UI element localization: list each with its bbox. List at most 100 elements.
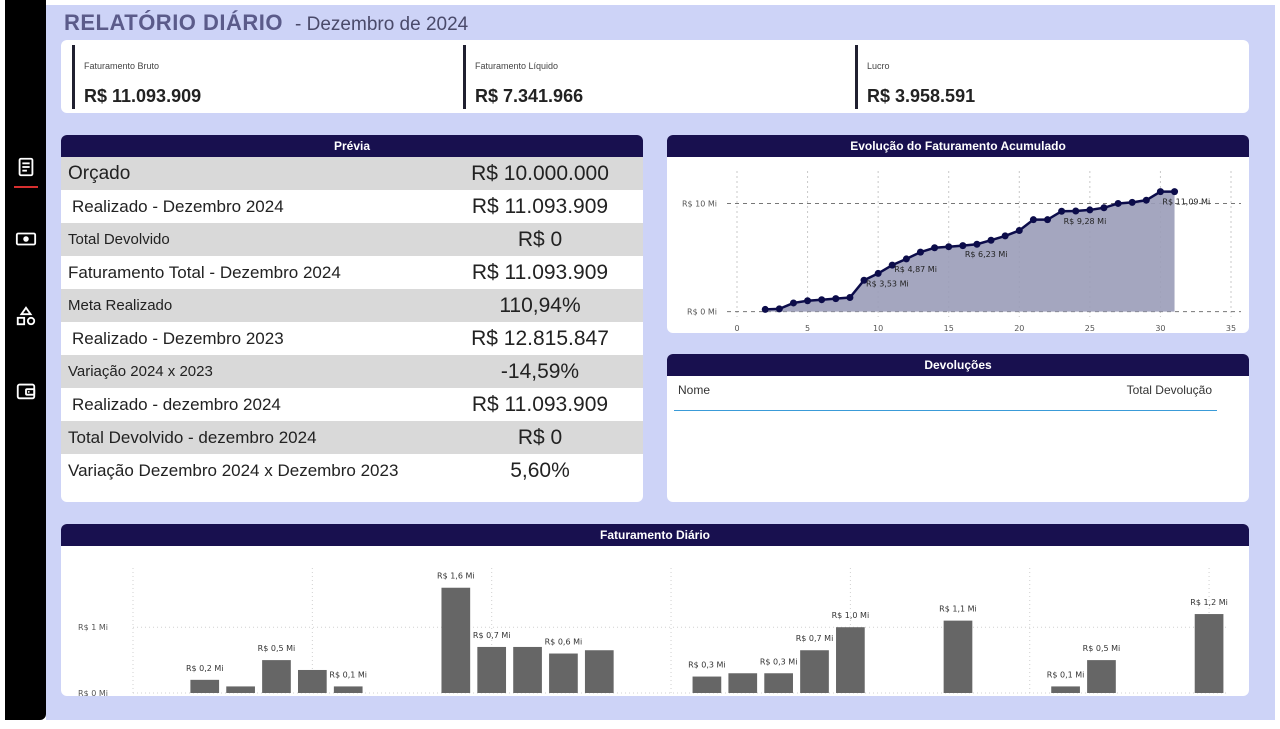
bar: [226, 686, 255, 693]
previa-row: Realizado - Dezembro 2023 R$ 12.815.847: [61, 322, 643, 355]
data-label: R$ 0,3 Mi: [760, 657, 798, 666]
bar: [943, 620, 973, 693]
kpi-value: R$ 3.958.591: [867, 86, 976, 106]
faturamento-diario-card: Faturamento Diário 051015202530R$ 0 MiR$…: [61, 524, 1249, 696]
kpi-lucro: Lucro R$ 3.958.591: [855, 45, 975, 109]
data-point: [1171, 188, 1179, 196]
bar: [1051, 686, 1080, 693]
data-label: R$ 0,7 Mi: [796, 634, 834, 643]
previa-row-value: R$ 0: [517, 426, 563, 449]
data-point: [789, 299, 797, 307]
acumulado-chart-title: Evolução do Faturamento Acumulado: [667, 135, 1249, 157]
data-label: R$ 1,6 Mi: [437, 572, 475, 581]
x-tick-label: 30: [1155, 324, 1165, 333]
x-tick-label: 25: [1085, 324, 1095, 333]
data-label: R$ 1,2 Mi: [1190, 598, 1228, 607]
kpi-faturamento-bruto: Faturamento Bruto R$ 11.093.909: [72, 45, 201, 109]
bar: [190, 679, 220, 693]
sidebar: [5, 0, 46, 720]
data-label: R$ 6,23 Mi: [965, 250, 1008, 259]
column-header-nome[interactable]: Nome: [678, 383, 710, 397]
kpi-value: R$ 7.341.966: [475, 86, 584, 106]
previa-row-label: Orçado: [68, 163, 131, 184]
acumulado-chart: 05101520253035R$ 0 MiR$ 10 MiDiaR$ 3,53 …: [682, 171, 1241, 333]
bar: [333, 686, 363, 693]
previa-row-label: Realizado - Dezembro 2023: [72, 329, 284, 348]
kpi-faturamento-liquido: Faturamento Líquido R$ 7.341.966: [463, 45, 583, 109]
data-label: R$ 4,87 Mi: [894, 265, 937, 274]
bar: [584, 650, 614, 693]
previa-row-label: Faturamento Total - Dezembro 2024: [68, 263, 341, 282]
active-nav-indicator: [14, 186, 38, 188]
previa-row-label: Meta Realizado: [68, 297, 173, 314]
previa-table: Prévia Orçado R$ 10.000.000 Realizado - De…: [61, 135, 643, 502]
data-label: R$ 0,5 Mi: [258, 644, 296, 653]
bar: [1087, 660, 1116, 693]
data-point: [1156, 188, 1164, 196]
previa-row-value: R$ 0: [517, 228, 563, 251]
bar: [1194, 614, 1224, 693]
previa-title: Prévia: [61, 135, 643, 157]
report-icon[interactable]: [13, 154, 39, 180]
data-point: [931, 244, 939, 252]
bar: [477, 646, 507, 693]
wallet-icon[interactable]: [13, 378, 39, 404]
data-point: [916, 248, 924, 256]
header-divider: [674, 410, 1217, 411]
data-label: R$ 11,09 Mi: [1162, 198, 1210, 207]
bar: [836, 627, 865, 693]
bar: [513, 646, 542, 693]
data-point: [1100, 204, 1108, 212]
devolucoes-title: Devoluções: [667, 354, 1249, 376]
column-header-total-devolucao[interactable]: Total Devolução: [1127, 383, 1212, 397]
data-point: [902, 255, 910, 263]
data-point: [846, 294, 854, 302]
previa-row-label: Total Devolvido - dezembro 2024: [68, 428, 317, 447]
data-label: R$ 0,2 Mi: [186, 664, 224, 673]
previa-row-value: 110,94%: [499, 294, 581, 317]
devolucoes-table: Devoluções Nome Total Devolução: [667, 354, 1249, 502]
data-label: R$ 0,1 Mi: [1047, 670, 1085, 679]
y-tick-label: R$ 1 Mi: [78, 623, 108, 632]
data-point: [1086, 206, 1094, 214]
money-icon[interactable]: [13, 226, 39, 252]
data-point: [1128, 198, 1136, 206]
x-tick-label: 15: [944, 324, 954, 333]
bar: [800, 650, 829, 693]
data-point: [1001, 232, 1009, 240]
x-tick-label: 5: [805, 324, 810, 333]
kpi-label: Faturamento Bruto: [84, 61, 160, 71]
previa-row-label: Variação 2024 x 2023: [68, 363, 213, 380]
data-point: [987, 236, 995, 244]
page-title: RELATÓRIO DIÁRIO: [64, 10, 284, 35]
data-point: [1029, 216, 1037, 224]
data-label: R$ 1,1 Mi: [939, 605, 977, 614]
previa-row: Total Devolvido - dezembro 2024 R$ 0: [61, 421, 643, 454]
bar: [441, 587, 471, 693]
data-point: [959, 242, 967, 250]
devolucoes-header-row: Nome Total Devolução: [667, 383, 1249, 411]
data-label: R$ 0,3 Mi: [688, 661, 726, 670]
kpi-bar: Faturamento Bruto R$ 11.093.909 Faturame…: [61, 40, 1249, 113]
bar: [297, 669, 327, 693]
bar: [262, 660, 291, 693]
data-label: R$ 0,6 Mi: [545, 638, 583, 647]
data-label: R$ 0,5 Mi: [1083, 644, 1121, 653]
shapes-icon[interactable]: [13, 303, 39, 329]
previa-row-value: R$ 10.000.000: [471, 162, 609, 185]
data-point: [973, 240, 981, 248]
previa-rows: Orçado R$ 10.000.000 Realizado - Dezembro …: [61, 157, 643, 487]
kpi-value: R$ 11.093.909: [84, 86, 202, 106]
x-tick-label: 0: [734, 324, 739, 333]
acumulado-chart-card: Evolução do Faturamento Acumulado 0 5 10 15…: [667, 135, 1249, 333]
bar: [549, 653, 578, 693]
previa-row: Total Devolvido R$ 0: [61, 223, 643, 256]
previa-row-label: Realizado - dezembro 2024: [72, 395, 281, 414]
previa-row: Realizado - Dezembro 2024 R$ 11.093.909: [61, 190, 643, 223]
report-header: RELATÓRIO DIÁRIO - Dezembro de 2024: [64, 10, 468, 38]
previa-row-value: R$ 11.093.909: [471, 195, 609, 218]
data-point: [1015, 226, 1023, 234]
previa-row: Variação Dezembro 2024 x Dezembro 2023 5,…: [61, 454, 643, 487]
previa-row-value: R$ 12.815.847: [471, 327, 609, 350]
previa-row-label: Realizado - Dezembro 2024: [72, 197, 284, 216]
